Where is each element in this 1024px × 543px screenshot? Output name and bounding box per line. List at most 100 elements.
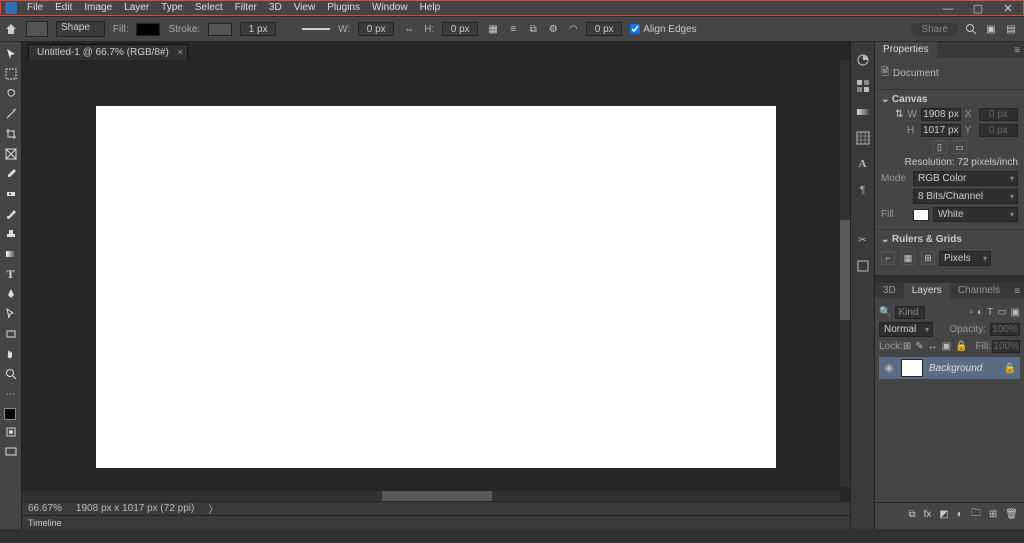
filter-adjust-icon[interactable]: ◐ — [977, 307, 983, 318]
bit-depth-select[interactable]: 8 Bits/Channel — [913, 189, 1018, 204]
eyedropper-tool-icon[interactable] — [1, 164, 21, 184]
visibility-icon[interactable]: ◉ — [883, 363, 895, 374]
menu-3d[interactable]: 3D — [263, 1, 288, 15]
window-minimize-button[interactable]: — — [933, 1, 963, 17]
pen-tool-icon[interactable] — [1, 284, 21, 304]
fg-bg-color-swatch[interactable] — [4, 408, 18, 422]
filter-pixel-icon[interactable]: ▫ — [969, 307, 973, 318]
menu-window[interactable]: Window — [366, 1, 414, 15]
stroke-style-preview[interactable] — [302, 28, 330, 30]
menu-image[interactable]: Image — [78, 1, 118, 15]
ruler-unit-select[interactable]: Pixels — [939, 251, 991, 266]
menu-select[interactable]: Select — [189, 1, 229, 15]
gradients-panel-icon[interactable] — [855, 104, 871, 120]
layer-mask-icon[interactable]: ◩ — [939, 509, 948, 520]
new-layer-icon[interactable]: ⊞ — [989, 509, 997, 520]
lock-icon[interactable]: 🔒 — [1004, 363, 1016, 374]
width-input[interactable]: 0 px — [358, 22, 394, 36]
layer-row[interactable]: ◉ Background 🔒 — [879, 357, 1020, 379]
chevron-down-icon[interactable]: ⌄ — [881, 94, 889, 105]
radius-icon[interactable]: ◠ — [566, 22, 580, 36]
filter-smart-icon[interactable]: ▣ — [1011, 307, 1020, 318]
canvas-fill-swatch[interactable] — [913, 209, 929, 221]
layer-filter-kind[interactable]: Kind — [895, 306, 925, 319]
hand-tool-icon[interactable] — [1, 344, 21, 364]
close-icon[interactable]: × — [178, 47, 183, 57]
stamp-tool-icon[interactable] — [1, 224, 21, 244]
align-edges-checkbox[interactable]: Align Edges — [630, 24, 696, 35]
stroke-color-swatch[interactable] — [208, 23, 232, 36]
type-tool-icon[interactable]: T — [1, 264, 21, 284]
document-canvas[interactable] — [96, 106, 776, 468]
blend-mode-select[interactable]: Normal — [879, 322, 933, 337]
window-maximize-button[interactable]: ▢ — [963, 1, 993, 17]
horizontal-scrollbar[interactable] — [22, 491, 840, 501]
panel-menu-icon[interactable]: ≡ — [1010, 45, 1024, 56]
panel-menu-icon[interactable]: ▤ — [1004, 22, 1018, 36]
h-scroll-thumb[interactable] — [382, 491, 492, 501]
portrait-icon[interactable]: ▯ — [933, 140, 947, 154]
more-tools-icon[interactable]: ⋯ — [1, 384, 21, 404]
search-icon[interactable] — [964, 22, 978, 36]
path-arrange-icon[interactable]: ⧉ — [526, 22, 540, 36]
shape-tool-icon[interactable] — [1, 324, 21, 344]
canvas-viewport[interactable] — [22, 60, 850, 501]
canvas-width-input[interactable]: 1908 px — [921, 108, 960, 121]
layer-style-icon[interactable]: fx — [924, 509, 932, 520]
workspace-icon[interactable]: ▣ — [984, 22, 998, 36]
lock-position-icon[interactable]: ↔ — [928, 341, 938, 352]
patterns-panel-icon[interactable] — [855, 130, 871, 146]
brush-tool-icon[interactable] — [1, 204, 21, 224]
opacity-input[interactable]: 100% — [990, 323, 1020, 336]
adjustments-panel-icon[interactable]: ✂ — [855, 232, 871, 248]
tool-preset-swatch[interactable] — [26, 21, 48, 37]
quickmask-icon[interactable] — [1, 422, 21, 442]
canvas-fill-select[interactable]: White — [933, 207, 1018, 222]
menu-filter[interactable]: Filter — [229, 1, 263, 15]
layer-thumbnail[interactable] — [901, 359, 923, 377]
orientation-icon[interactable]: ⇅ — [895, 109, 903, 120]
filter-shape-icon[interactable]: ▭ — [997, 307, 1006, 318]
tab-3d[interactable]: 3D — [875, 283, 904, 299]
grid-icon[interactable]: ▦ — [901, 251, 915, 265]
new-group-icon[interactable]: 🗀 — [971, 506, 981, 523]
menu-type[interactable]: Type — [155, 1, 189, 15]
swatches-panel-icon[interactable] — [855, 78, 871, 94]
search-icon[interactable]: 🔍 — [879, 307, 891, 318]
path-ops-icon[interactable]: ▦ — [486, 22, 500, 36]
zoom-level[interactable]: 66.67% — [28, 503, 62, 514]
link-layers-icon[interactable]: ⧉ — [908, 509, 915, 520]
filter-type-icon[interactable]: T — [987, 307, 993, 318]
zoom-tool-icon[interactable] — [1, 364, 21, 384]
lock-pixels-icon[interactable]: ✎ — [915, 341, 923, 352]
wand-tool-icon[interactable] — [1, 104, 21, 124]
menu-help[interactable]: Help — [414, 1, 447, 15]
libraries-panel-icon[interactable] — [855, 258, 871, 274]
gradient-tool-icon[interactable] — [1, 244, 21, 264]
statusbar-chevron-icon[interactable]: 〉 — [208, 501, 218, 516]
tab-layers[interactable]: Layers — [904, 283, 950, 299]
lock-all-icon[interactable]: 🔒 — [955, 341, 967, 352]
menu-plugins[interactable]: Plugins — [321, 1, 366, 15]
link-wh-icon[interactable]: ⇔ — [402, 22, 416, 36]
tool-mode-select[interactable]: Shape — [56, 21, 105, 37]
window-close-button[interactable]: ✕ — [993, 1, 1023, 17]
timeline-panel[interactable]: Timeline — [22, 515, 850, 529]
lasso-tool-icon[interactable] — [1, 84, 21, 104]
menu-layer[interactable]: Layer — [118, 1, 155, 15]
tab-properties[interactable]: Properties — [875, 42, 937, 58]
home-icon[interactable] — [4, 22, 18, 36]
align-edges-input[interactable] — [630, 24, 640, 34]
vertical-scrollbar[interactable] — [840, 60, 850, 487]
move-tool-icon[interactable] — [1, 44, 21, 64]
color-panel-icon[interactable] — [855, 52, 871, 68]
paragraph-panel-icon[interactable]: ¶ — [855, 182, 871, 198]
heal-tool-icon[interactable] — [1, 184, 21, 204]
document-tab[interactable]: Untitled-1 @ 66.7% (RGB/8#) × — [28, 44, 188, 60]
lock-artboard-icon[interactable]: ▣ — [942, 341, 951, 352]
landscape-icon[interactable]: ▭ — [953, 140, 967, 154]
menu-edit[interactable]: Edit — [49, 1, 78, 15]
delete-layer-icon[interactable]: 🗑 — [1005, 509, 1018, 520]
fg-color-icon[interactable] — [4, 408, 16, 420]
height-input[interactable]: 0 px — [442, 22, 478, 36]
